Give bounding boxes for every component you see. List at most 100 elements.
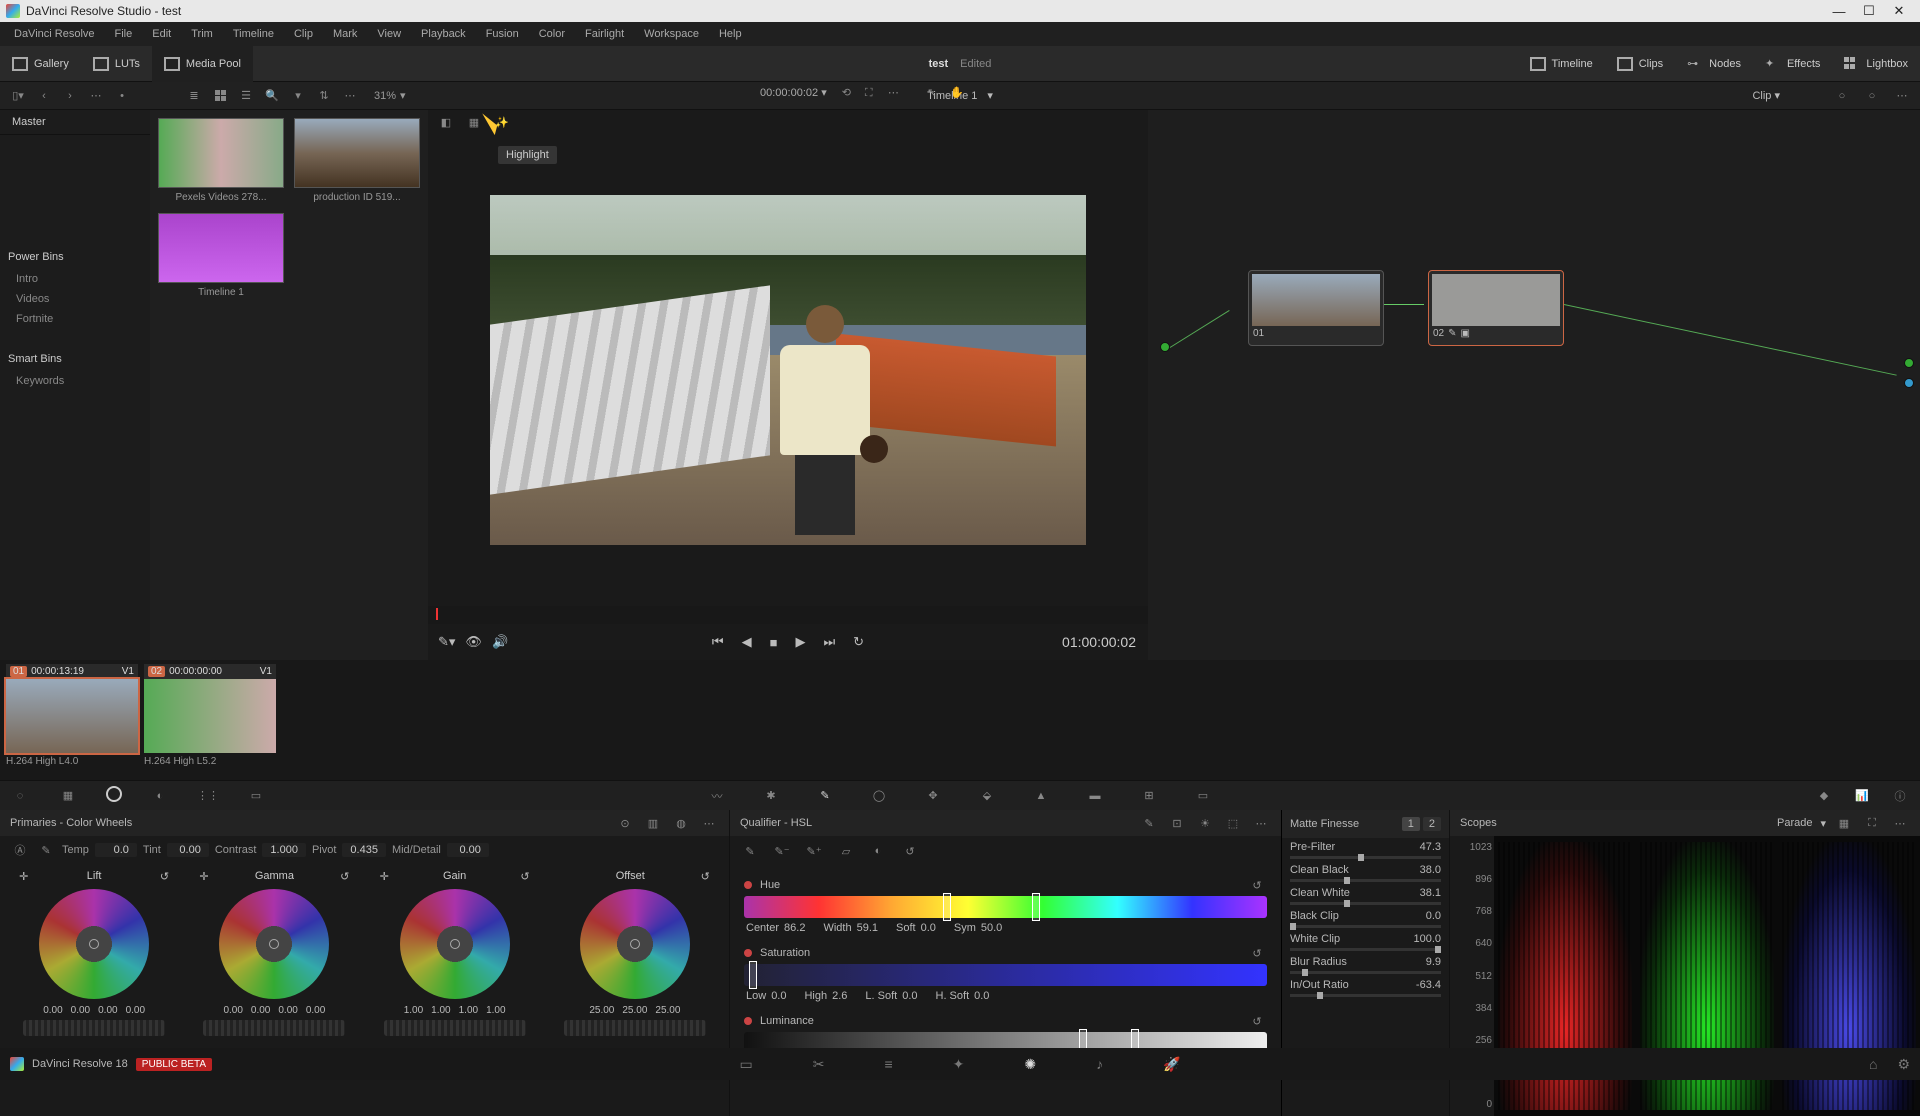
scope-mode[interactable]: Parade [1777, 817, 1812, 829]
home-icon[interactable]: ⌂ [1869, 1056, 1877, 1073]
sizing-icon[interactable]: ⊞ [1139, 786, 1159, 806]
node-01[interactable]: 01 [1248, 270, 1384, 346]
hue-sym[interactable]: 50.0 [981, 922, 1002, 934]
dot-icon[interactable]: • [112, 87, 132, 105]
bypass-icon[interactable]: ⟲ [842, 86, 862, 104]
menu-davinci[interactable]: DaVinci Resolve [4, 28, 105, 40]
gamma-jog[interactable] [203, 1020, 345, 1036]
matte-slider[interactable] [1290, 925, 1441, 928]
unmute-icon[interactable]: 👁 [465, 634, 482, 650]
3d-icon[interactable]: ▭ [1193, 786, 1213, 806]
nav-prev[interactable]: ‹ [34, 87, 54, 105]
matte-param-value[interactable]: 47.3 [1420, 841, 1441, 853]
lift-jog[interactable] [23, 1020, 165, 1036]
node-clip-label[interactable]: Clip [1752, 90, 1771, 102]
color-wheels-icon[interactable] [106, 786, 122, 802]
offset-wheel[interactable]: Offset↺25.0025.0025.00 [550, 870, 720, 1040]
chevron-down-icon[interactable]: ▾ [1820, 817, 1826, 830]
expand-icon[interactable]: ⛶ [865, 87, 885, 105]
sat-high[interactable]: 2.6 [832, 990, 847, 1002]
sat-enable[interactable] [744, 949, 752, 957]
lift-mode-icon[interactable]: ✛ [19, 870, 28, 883]
reset-icon[interactable]: ↺ [1247, 1012, 1267, 1030]
viewer-scrubber[interactable] [428, 606, 1148, 624]
gain-wheel[interactable]: ✛Gain↺1.001.001.001.00 [370, 870, 540, 1040]
go-last-button[interactable]: ⏭ [823, 634, 835, 650]
window-icon[interactable]: ◯ [869, 786, 889, 806]
timecode-menu[interactable]: ▾ [821, 87, 827, 99]
reset-icon[interactable]: ↺ [160, 870, 169, 883]
master-bin[interactable]: Master [0, 110, 150, 135]
timeline-clip[interactable]: 0200:00:00:00V1 H.264 High L5.2 [144, 664, 276, 776]
picker-icon[interactable]: ✎ [36, 841, 56, 859]
pointer-icon[interactable]: ↖ [927, 86, 947, 104]
matte-slider[interactable] [1290, 948, 1441, 951]
page-deliver[interactable]: 🚀 [1163, 1056, 1180, 1073]
graph-alpha-output[interactable] [1904, 378, 1914, 388]
more-icon[interactable]: ⋯ [86, 87, 106, 105]
page-cut[interactable]: ✂ [813, 1056, 825, 1073]
matte-tab-2[interactable]: 2 [1423, 817, 1441, 831]
sort-icon[interactable]: ⇅ [314, 87, 334, 105]
menu-fairlight[interactable]: Fairlight [575, 28, 634, 40]
graph-output[interactable] [1904, 358, 1914, 368]
scopes-icon[interactable]: 📊 [1852, 786, 1872, 806]
bin-intro[interactable]: Intro [0, 269, 150, 289]
lum-mode-icon[interactable]: ☀ [1195, 814, 1215, 832]
media-clip[interactable]: production ID 519... [294, 118, 420, 203]
page-media[interactable]: ▭ [739, 1056, 752, 1073]
contrast-value[interactable]: 1.000 [262, 843, 306, 857]
sat-strip[interactable] [744, 964, 1267, 986]
matte-slider[interactable] [1290, 971, 1441, 974]
zoom-level[interactable]: 31% [374, 90, 396, 102]
tint-value[interactable]: 0.00 [167, 843, 209, 857]
matte-param-value[interactable]: -63.4 [1416, 979, 1441, 991]
viewer-timecode[interactable]: 00:00:00:02 [760, 87, 818, 99]
viewer-frame[interactable] [490, 195, 1086, 545]
reset-icon[interactable]: ↺ [701, 870, 710, 883]
wheels-mode-icon[interactable]: ⊙ [615, 814, 635, 832]
reset-icon[interactable]: ↺ [1247, 876, 1267, 894]
menu-mark[interactable]: Mark [323, 28, 367, 40]
loop-button[interactable]: ↻ [853, 634, 864, 650]
picker-minus-icon[interactable]: ✎⁻ [772, 842, 792, 860]
menu-view[interactable]: View [367, 28, 411, 40]
play-button[interactable]: ▶ [795, 634, 805, 650]
hue-soft[interactable]: 0.0 [921, 922, 936, 934]
bars-mode-icon[interactable]: ▥ [643, 814, 663, 832]
softness-icon[interactable]: ▱ [836, 842, 856, 860]
middetail-value[interactable]: 0.00 [447, 843, 489, 857]
hue-center[interactable]: 86.2 [784, 922, 805, 934]
more-icon[interactable]: ⋯ [1890, 814, 1910, 832]
rgb-mixer-icon[interactable]: ⋮⋮ [198, 786, 218, 806]
rgb-mode-icon[interactable]: ⊡ [1167, 814, 1187, 832]
reset-icon[interactable]: ↺ [1247, 944, 1267, 962]
hdr-icon[interactable]: ◐ [150, 786, 170, 806]
page-fusion[interactable]: ✦ [953, 1056, 965, 1073]
matte-param-value[interactable]: 38.1 [1420, 887, 1441, 899]
info-icon[interactable]: ⓘ [1890, 786, 1910, 806]
auto-balance-icon[interactable]: Ⓐ [10, 841, 30, 859]
more-icon[interactable]: ⋯ [699, 814, 719, 832]
search-expand[interactable]: ▾ [288, 87, 308, 105]
log-mode-icon[interactable]: ◍ [671, 814, 691, 832]
camera-raw-icon[interactable]: ◌ [10, 786, 30, 806]
matte-param-value[interactable]: 38.0 [1420, 864, 1441, 876]
tab-nodes[interactable]: ⊶Nodes [1675, 46, 1753, 82]
pivot-value[interactable]: 0.435 [342, 843, 386, 857]
step-back-button[interactable]: ◀ [742, 634, 752, 650]
blur-icon[interactable]: ▲ [1031, 786, 1051, 806]
chevron-down-icon[interactable]: ▾ [987, 89, 993, 102]
keyframe-icon[interactable]: ◆ [1814, 786, 1834, 806]
picker-plus-icon[interactable]: ✎⁺ [804, 842, 824, 860]
hsl-mode-icon[interactable]: ✎ [1139, 814, 1159, 832]
bin-videos[interactable]: Videos [0, 289, 150, 309]
nav-next[interactable]: › [60, 87, 80, 105]
menu-workspace[interactable]: Workspace [634, 28, 709, 40]
more-2-icon[interactable]: ⋯ [340, 87, 360, 105]
key-icon[interactable]: ▬ [1085, 786, 1105, 806]
page-fairlight[interactable]: ♪ [1096, 1056, 1103, 1073]
magic-mask-icon[interactable]: ⬙ [977, 786, 997, 806]
reset-icon[interactable]: ↺ [340, 870, 349, 883]
tab-gallery[interactable]: Gallery [0, 46, 81, 82]
